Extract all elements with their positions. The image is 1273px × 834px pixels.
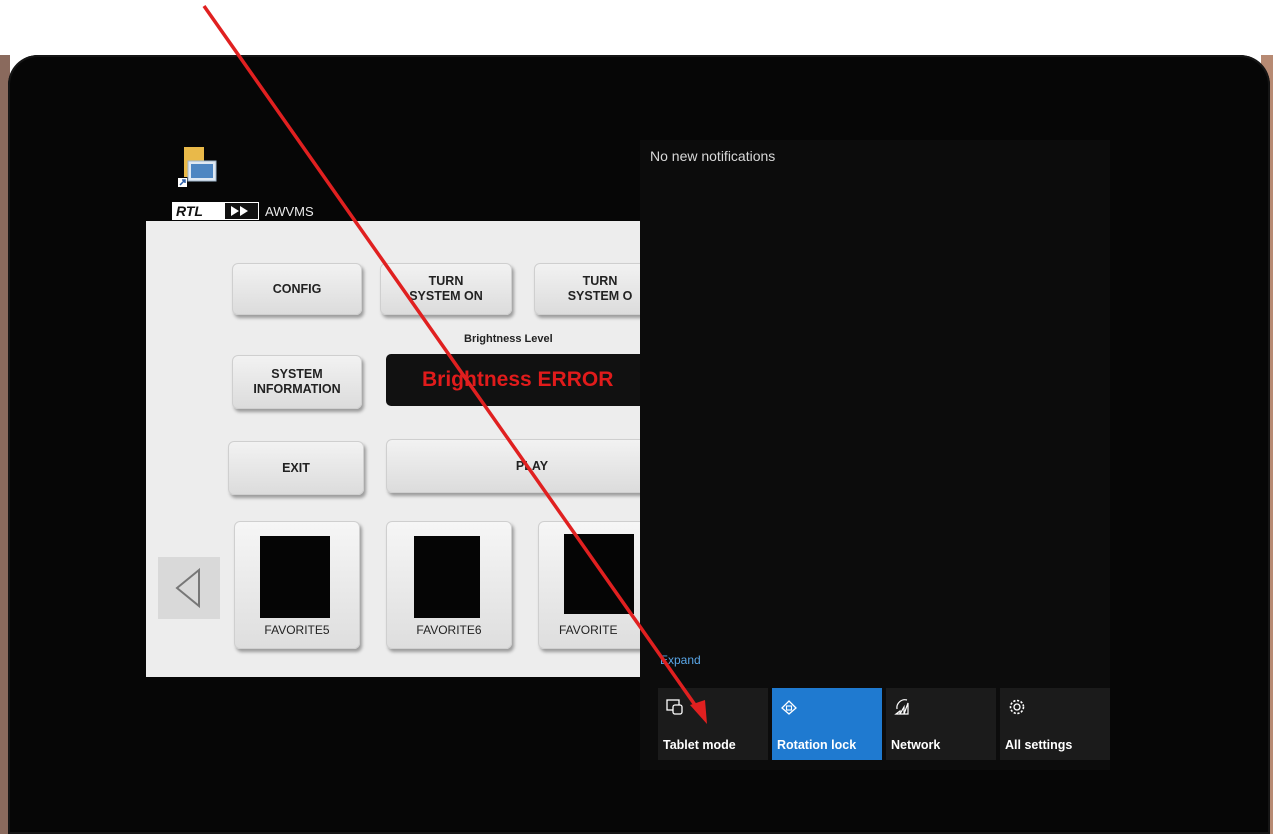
red-annotation-arrow <box>202 4 707 724</box>
arrow-shaft <box>202 4 702 714</box>
